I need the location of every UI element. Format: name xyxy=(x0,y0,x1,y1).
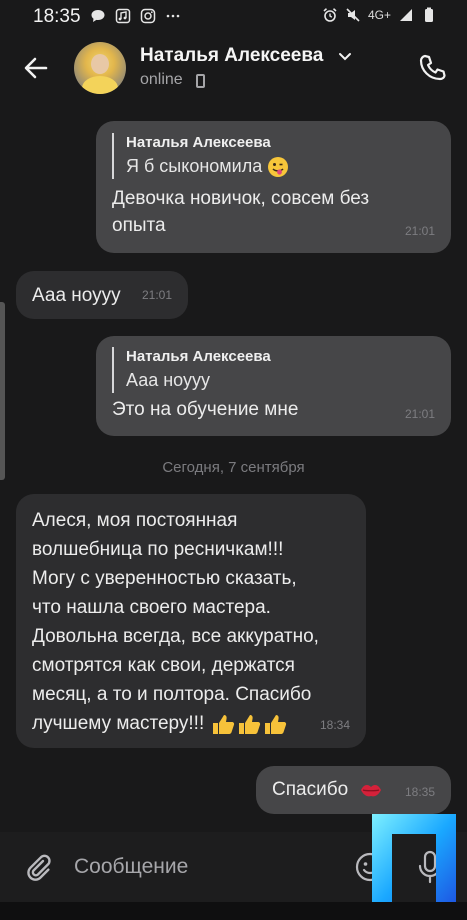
message-time: 18:34 xyxy=(319,718,350,732)
message-text-line: Могу с уверенностью сказать, xyxy=(32,568,297,589)
chevron-down-icon[interactable] xyxy=(338,52,352,62)
reply-quote[interactable]: Наталья Алексеева Ааа ноууу xyxy=(112,347,435,393)
mute-icon xyxy=(346,8,360,22)
reply-text: Ааа ноууу xyxy=(126,370,210,390)
contact-avatar[interactable] xyxy=(74,42,126,94)
status-time: 18:35 xyxy=(33,6,81,27)
message-text: Спасибо xyxy=(272,779,349,800)
message-text: Ааа ноууу xyxy=(32,285,121,306)
message-text-line: смотрятся как свои, держатся xyxy=(32,655,295,676)
watermark-logo xyxy=(372,814,456,912)
status-bar: 18:35 4G+ xyxy=(0,0,467,32)
message-bubble[interactable]: Ааа ноууу 21:01 xyxy=(16,271,188,319)
battery-icon xyxy=(425,7,433,22)
reply-quote[interactable]: Наталья Алексеева Я б сыкономила xyxy=(112,133,435,179)
message-input[interactable]: Сообщение xyxy=(74,855,188,879)
message-text-line: Алеся, моя постоянная xyxy=(32,510,238,531)
contact-name[interactable]: Наталья Алексеева xyxy=(140,45,323,67)
more-dots-icon xyxy=(166,14,180,18)
date-separator: Сегодня, 7 сентября xyxy=(162,459,305,476)
signal-icon xyxy=(400,9,412,21)
phone-call-icon[interactable] xyxy=(416,52,448,84)
reply-author: Наталья Алексеева xyxy=(126,134,271,151)
reply-author: Наталья Алексеева xyxy=(126,348,271,365)
instagram-icon xyxy=(140,8,156,24)
alarm-icon xyxy=(323,8,337,22)
message-text-line: Довольна всегда, все аккуратно, xyxy=(32,626,319,647)
message-bubble[interactable]: Алеся, моя постоянная волшебница по ресн… xyxy=(16,494,366,748)
message-time: 21:01 xyxy=(404,224,435,238)
message-text-line: волшебница по ресничкам!!! xyxy=(32,539,284,560)
thumbs-up-emoji-icon xyxy=(212,714,234,734)
message-text-line: лучшему мастеру!!! xyxy=(32,709,350,738)
network-label: 4G+ xyxy=(367,8,391,22)
message-text-line: что нашла своего мастера. xyxy=(32,597,271,618)
chat-header: Наталья Алексеева online xyxy=(0,32,467,104)
mobile-device-icon xyxy=(196,74,205,88)
message-bubble[interactable]: Спасибо 18:35 xyxy=(256,766,451,814)
thumbs-up-emoji-icon xyxy=(238,714,260,734)
message-bubble[interactable]: Наталья Алексеева Я б сыкономила Девочка… xyxy=(96,121,451,253)
paperclip-icon[interactable] xyxy=(22,852,54,884)
winking-tongue-emoji-icon xyxy=(268,157,289,178)
message-text-line: Девочка новичок, совсем без xyxy=(112,188,370,209)
system-nav-bar xyxy=(0,902,467,920)
message-time: 21:01 xyxy=(141,288,172,302)
kiss-lips-emoji-icon xyxy=(361,785,382,797)
message-time: 18:35 xyxy=(404,785,435,799)
message-bubble[interactable]: Наталья Алексеева Ааа ноууу Это на обуче… xyxy=(96,336,451,436)
music-icon xyxy=(115,8,131,24)
back-arrow-icon[interactable] xyxy=(22,54,50,82)
scroll-indicator[interactable] xyxy=(0,302,5,480)
message-text-line: опыта xyxy=(112,215,166,236)
message-time: 21:01 xyxy=(404,407,435,421)
thumbs-up-emoji-icon xyxy=(264,714,286,734)
message-text: Это на обучение мне xyxy=(112,399,299,420)
message-text-line: месяц, а то и полтора. Спасибо xyxy=(32,684,312,705)
chat-bubble-icon xyxy=(91,10,105,22)
reply-text: Я б сыкономила xyxy=(126,153,435,179)
contact-status: online xyxy=(140,71,183,88)
